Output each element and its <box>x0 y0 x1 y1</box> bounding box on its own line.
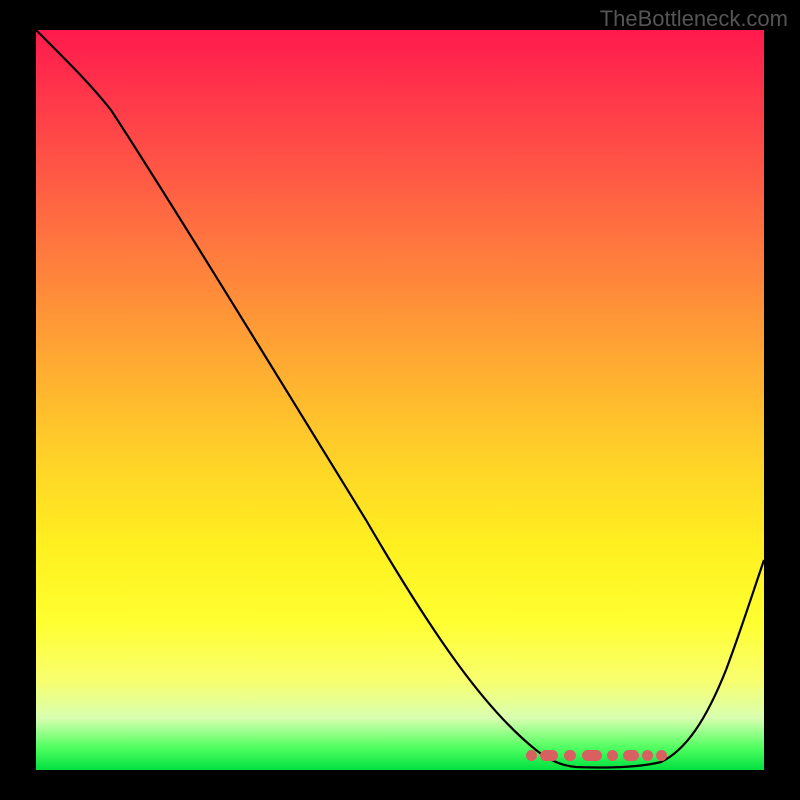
bottleneck-curve-path <box>36 30 764 767</box>
marker-segment <box>623 750 639 761</box>
bottleneck-curve-svg <box>36 30 764 770</box>
marker-dot <box>656 750 667 761</box>
marker-dot <box>642 750 653 761</box>
optimal-range-markers <box>526 748 676 762</box>
watermark-text: TheBottleneck.com <box>600 6 788 32</box>
chart-plot-area <box>36 30 764 770</box>
marker-dot <box>526 750 537 761</box>
marker-segment <box>582 750 602 761</box>
marker-segment <box>540 750 558 761</box>
marker-segment <box>564 750 576 761</box>
marker-dot <box>607 750 618 761</box>
